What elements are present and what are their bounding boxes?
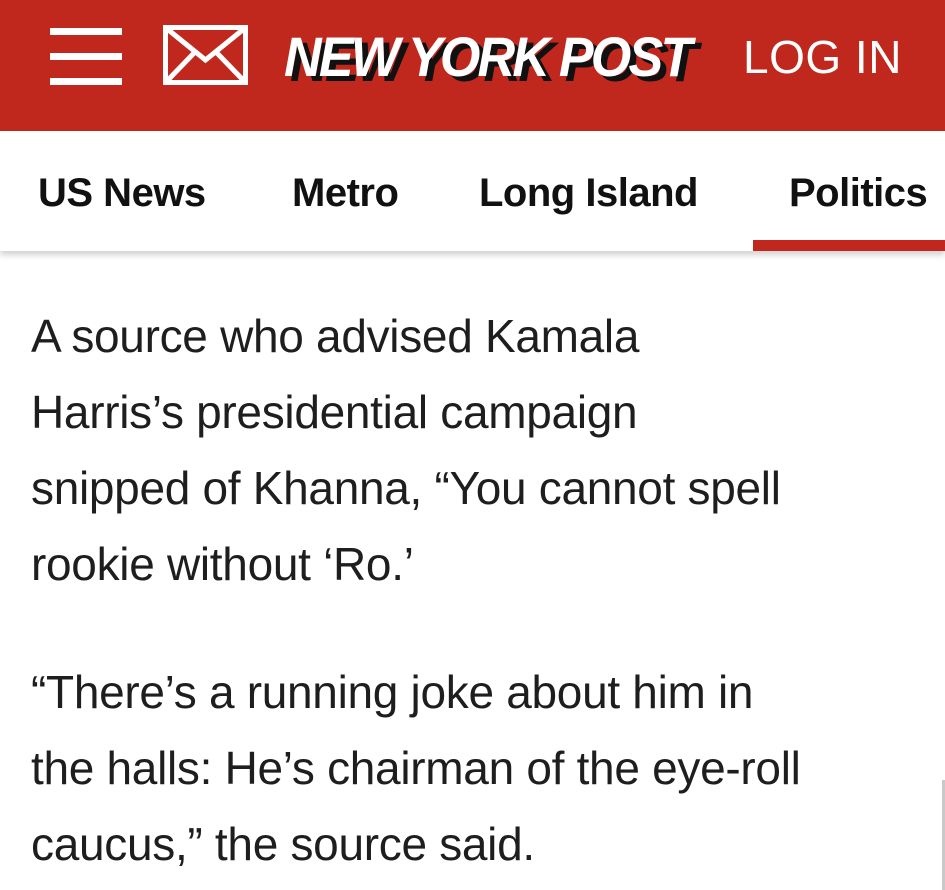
paragraph-line: “There’s a running joke about him in <box>31 666 754 718</box>
tab-us-news[interactable]: US News <box>38 169 206 217</box>
paragraph-line: snipped of Khanna, “You cannot spell <box>31 462 781 514</box>
paragraph-line: A source who advised Kamala <box>31 310 640 362</box>
article-paragraph: A source who advised Kamala Harris’s pre… <box>31 298 931 602</box>
newsletter-button[interactable] <box>163 25 248 85</box>
paragraph-line: caucus,” the source said. <box>31 818 535 870</box>
menu-button[interactable] <box>50 28 122 86</box>
page: NEW YORK POST NEW YORK POST LOG IN US Ne… <box>0 0 945 890</box>
paragraph-line: the halls: He’s chairman of the eye-roll <box>31 742 801 794</box>
logo-text: NEW YORK POST <box>284 25 692 88</box>
active-tab-indicator <box>753 240 945 251</box>
paragraph-line: Harris’s presidential campaign <box>31 386 638 438</box>
tab-metro[interactable]: Metro <box>292 169 399 217</box>
section-nav: US News Metro Long Island Politics <box>0 131 945 251</box>
article-paragraph: “There’s a running joke about him in the… <box>31 654 931 882</box>
login-link[interactable]: LOG IN <box>743 30 902 84</box>
site-header: NEW YORK POST NEW YORK POST LOG IN <box>0 0 945 131</box>
envelope-icon <box>163 25 248 85</box>
paragraph-line: rookie without ‘Ro.’ <box>31 538 414 590</box>
tab-politics[interactable]: Politics <box>789 169 928 217</box>
tab-long-island[interactable]: Long Island <box>479 169 698 217</box>
article-body: A source who advised Kamala Harris’s pre… <box>31 298 931 882</box>
site-logo[interactable]: NEW YORK POST NEW YORK POST <box>284 22 698 93</box>
